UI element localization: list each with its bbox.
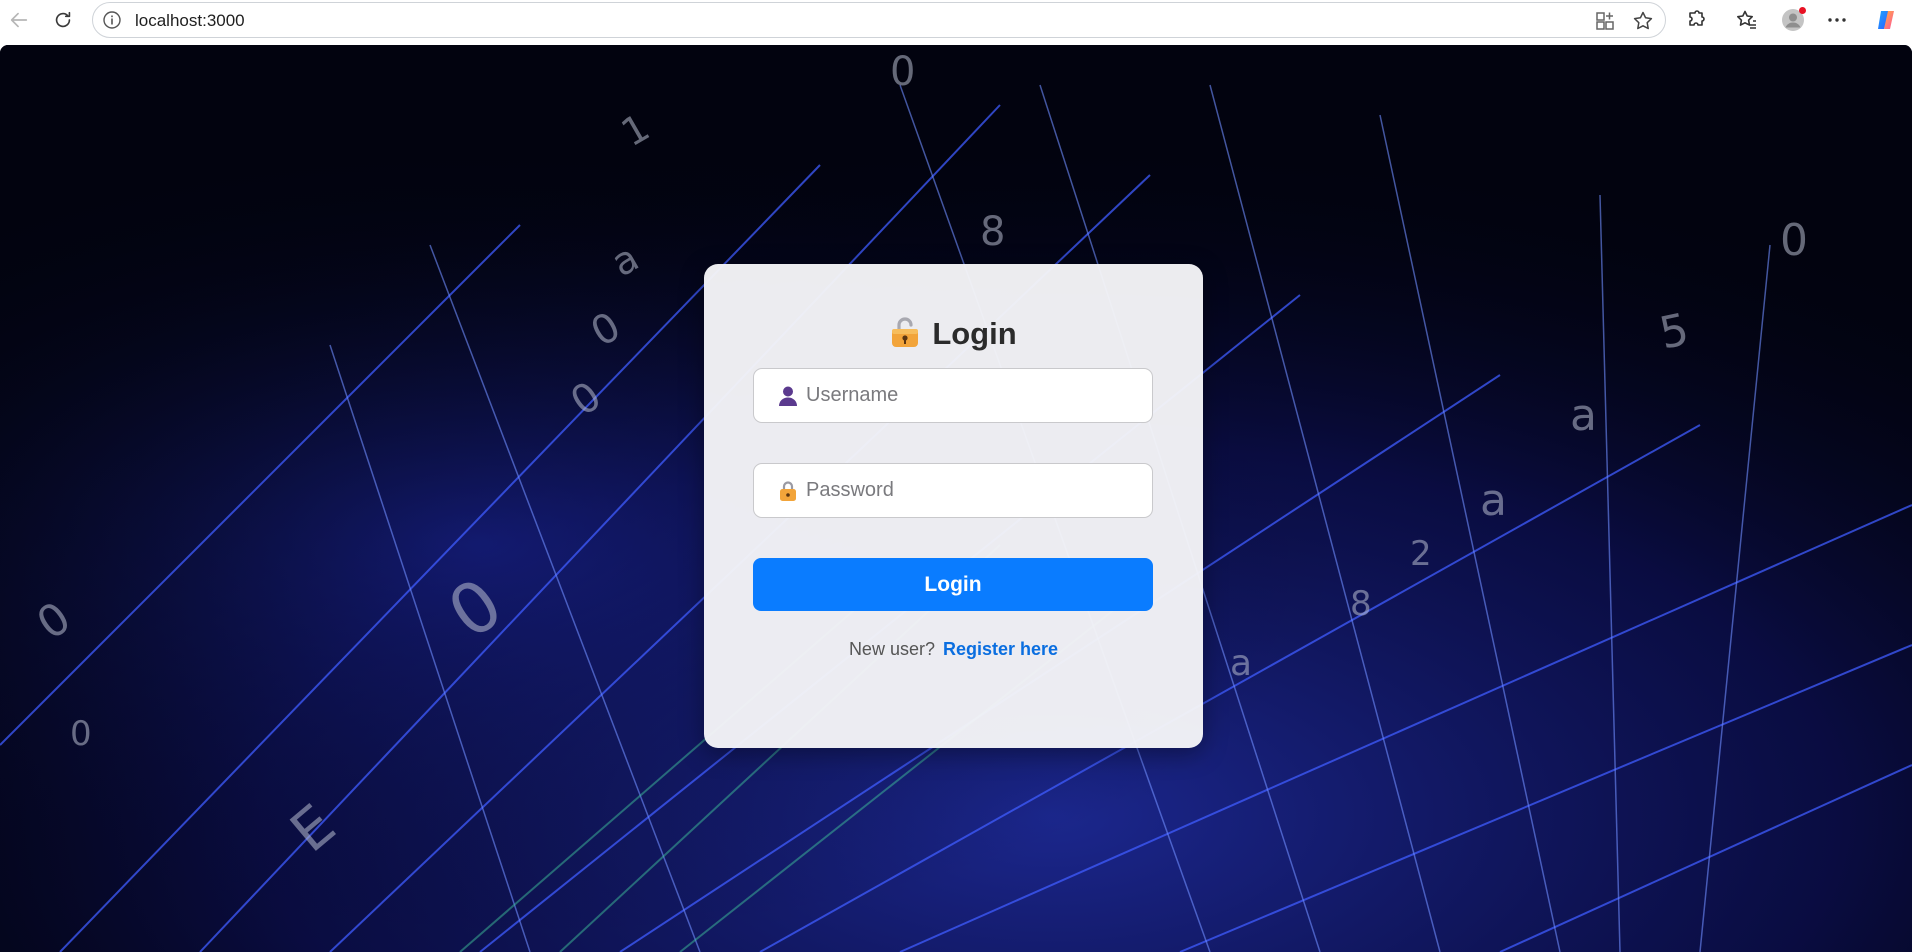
lock-icon [892,317,919,347]
login-title: Login [704,316,1203,352]
info-icon[interactable] [102,10,122,30]
page-viewport: 0 5 a a 2 8 8 0 a 0 0 0 0 0 E a 1 Login … [0,45,1912,952]
avatar[interactable] [1779,6,1807,34]
username-field[interactable] [753,368,1153,423]
login-card: Login Login New user? Register here [704,264,1203,748]
puzzle-icon[interactable] [1682,6,1710,34]
password-input[interactable] [806,464,1146,517]
login-title-text: Login [932,316,1017,351]
svg-text:0: 0 [1780,215,1808,266]
svg-text:2: 2 [1410,534,1432,574]
svg-text:0: 0 [70,714,92,754]
register-link[interactable]: Register here [943,639,1058,659]
register-prompt-text: New user? [848,639,935,659]
register-prompt: New user? Register here [704,639,1203,660]
address-bar[interactable]: localhost:3000 [92,2,1666,38]
star-icon[interactable] [1631,9,1655,33]
browser-toolbar: localhost:3000 [0,0,1912,45]
user-icon [779,386,797,406]
app-available-icon[interactable] [1593,9,1617,33]
notification-dot [1799,7,1806,14]
more-icon[interactable] [1823,6,1851,34]
username-input[interactable] [806,369,1146,422]
svg-text:8: 8 [1350,584,1372,624]
svg-text:a: a [1570,390,1597,441]
svg-text:0: 0 [890,49,915,95]
svg-text:a: a [1480,475,1507,526]
svg-text:a: a [1230,643,1252,684]
url-text[interactable]: localhost:3000 [135,11,245,31]
lock-icon [780,481,796,501]
login-button[interactable]: Login [753,558,1153,611]
svg-text:8: 8 [980,209,1005,255]
copilot-icon[interactable] [1872,6,1900,34]
back-arrow-icon[interactable] [3,4,35,36]
refresh-icon[interactable] [47,4,79,36]
favorites-icon[interactable] [1733,6,1761,34]
password-field[interactable] [753,463,1153,518]
